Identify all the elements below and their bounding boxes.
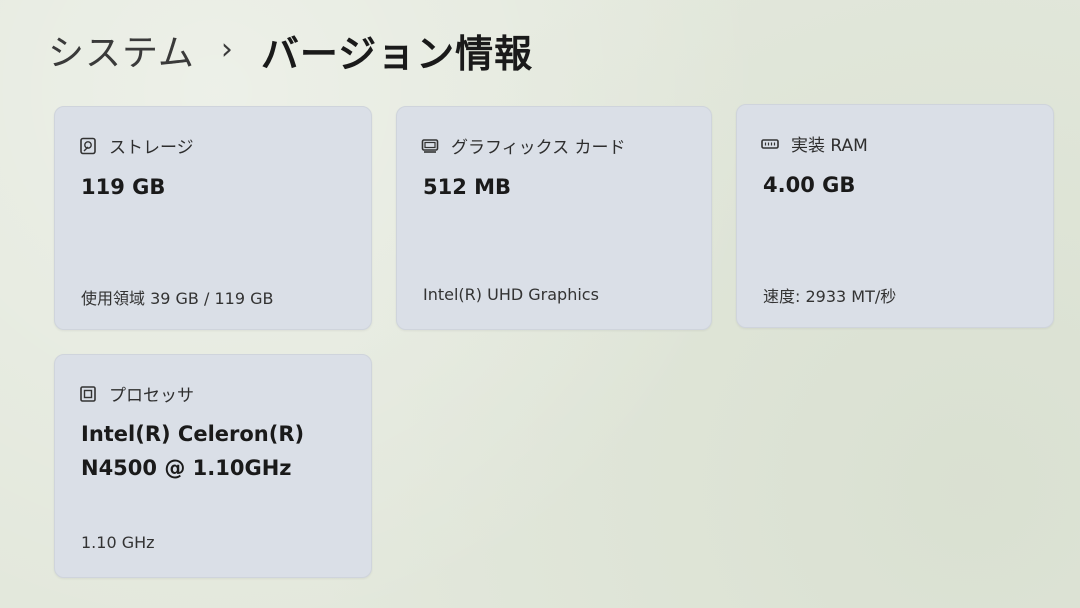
processor-model-line1: Intel(R) Celeron(R) [81, 422, 305, 446]
processor-card[interactable]: プロセッサ Intel(R) Celeron(R) N4500 @ 1.10GH… [54, 354, 372, 578]
processor-model-line2: N4500 @ 1.10GHz [81, 456, 292, 480]
breadcrumb: システム › バージョン情報 [48, 22, 533, 78]
breadcrumb-parent-system[interactable]: システム [48, 24, 195, 76]
memory-icon [761, 135, 779, 153]
ram-card[interactable]: 実装 RAM 4.00 GB 速度: 2933 MT/秒 [736, 104, 1054, 328]
storage-icon [79, 137, 97, 155]
storage-used-detail: 使用領域 39 GB / 119 GB [81, 289, 274, 308]
ram-card-header: 実装 RAM [761, 131, 868, 156]
processor-icon [79, 385, 97, 403]
graphics-card[interactable]: グラフィックス カード 512 MB Intel(R) UHD Graphics [396, 106, 712, 330]
ram-installed-value: 4.00 GB [763, 173, 856, 197]
processor-speed-detail: 1.10 GHz [81, 533, 155, 552]
ram-card-title: 実装 RAM [791, 136, 868, 156]
graphics-card-icon [421, 137, 439, 155]
graphics-memory-value: 512 MB [423, 175, 512, 199]
processor-card-title: プロセッサ [109, 386, 194, 406]
graphics-card-header: グラフィックス カード [421, 133, 626, 158]
processor-model-value: Intel(R) Celeron(R) N4500 @ 1.10GHz [81, 417, 304, 485]
storage-card-header: ストレージ [79, 133, 194, 158]
graphics-card-title: グラフィックス カード [451, 138, 626, 158]
page-title: バージョン情報 [260, 31, 534, 76]
storage-total-value: 119 GB [81, 175, 166, 199]
ram-speed-detail: 速度: 2933 MT/秒 [763, 287, 897, 306]
breadcrumb-separator: › [220, 31, 233, 67]
graphics-adapter-name: Intel(R) UHD Graphics [423, 285, 599, 304]
storage-card-title: ストレージ [109, 138, 194, 158]
storage-card[interactable]: ストレージ 119 GB 使用領域 39 GB / 119 GB [54, 106, 372, 330]
processor-card-header: プロセッサ [79, 381, 194, 406]
